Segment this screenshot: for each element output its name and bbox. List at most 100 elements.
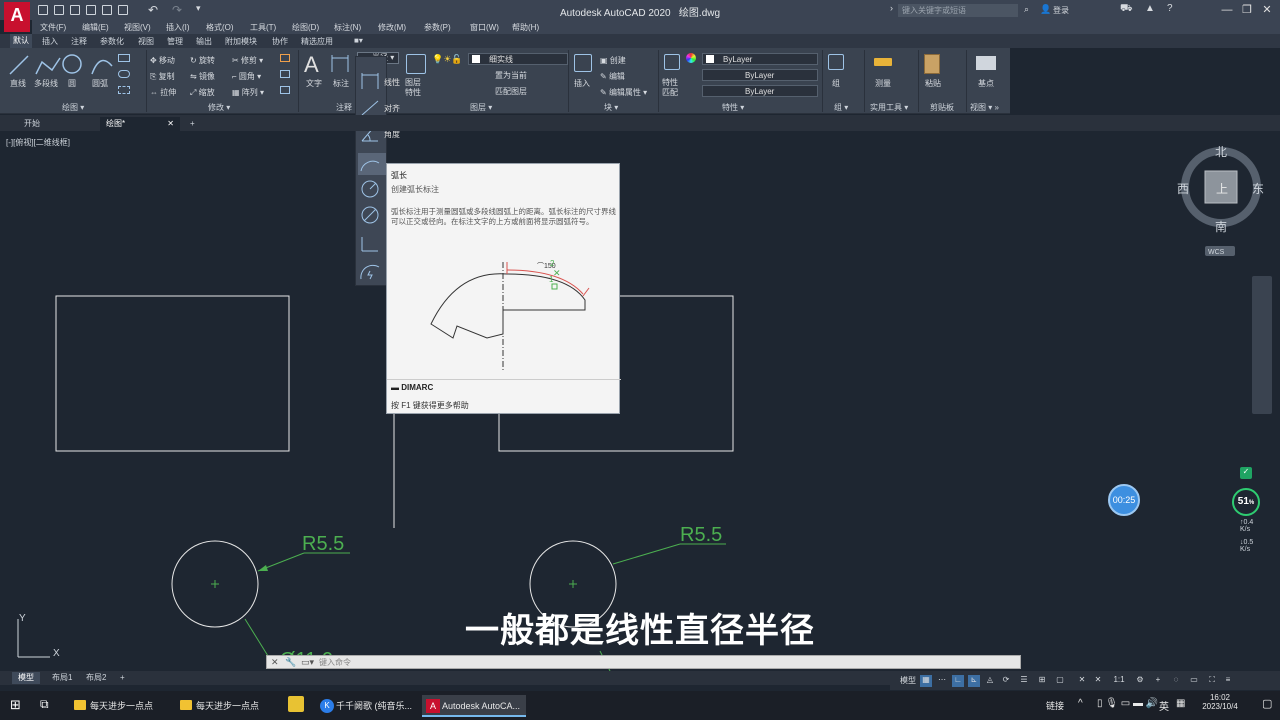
move-button[interactable]: ✥ 移动 (150, 55, 175, 66)
link-toolbar[interactable]: 链接 (1046, 699, 1064, 712)
insert-block-icon[interactable] (574, 54, 592, 72)
text-icon[interactable]: A (304, 52, 319, 78)
lineweight-button[interactable]: ☰ (1018, 675, 1030, 687)
snap-button[interactable]: ⋯ (936, 675, 948, 687)
ellipse-icon[interactable] (118, 70, 130, 78)
otrack-button[interactable]: ⟳ (1000, 675, 1012, 687)
set-current-layer-button[interactable]: 置为当前 (495, 70, 527, 81)
open-file-icon[interactable] (54, 5, 64, 15)
print-icon[interactable] (118, 5, 128, 15)
minimize-button[interactable]: — (1220, 3, 1234, 17)
tab-insert[interactable]: 插入 (42, 36, 58, 47)
trim-button[interactable]: ✂ 修剪 ▾ (232, 55, 263, 66)
compass-west[interactable]: 西 (1177, 182, 1189, 196)
command-line[interactable]: ✕ 🔧 ▭▾ 键入命令 (266, 655, 1021, 669)
clean-screen-button[interactable]: ⛶ (1206, 675, 1218, 687)
view-panel-title[interactable]: 视图 ▾ » (970, 102, 999, 113)
recent-cmd-icon[interactable]: ▭▾ (301, 657, 314, 668)
menu-parametric[interactable]: 参数(P) (424, 22, 451, 33)
menu-edit[interactable]: 编辑(E) (82, 22, 109, 33)
menu-file[interactable]: 文件(F) (40, 22, 66, 33)
tab-layout1[interactable]: 布局1 (46, 672, 78, 684)
ribbon-toggle-icon[interactable]: ■▾ (354, 36, 363, 45)
menu-draw[interactable]: 绘图(D) (292, 22, 319, 33)
lineweight-combo[interactable]: ByLayer (702, 85, 818, 97)
taskbar-folder-1[interactable]: 每天进步一点点 (70, 695, 170, 717)
tab-model[interactable]: 模型 (12, 672, 40, 684)
polyline-button[interactable]: 多段线 (34, 78, 58, 89)
dim-linear-option[interactable]: 线性 (358, 71, 400, 93)
navigation-bar[interactable] (1252, 276, 1272, 414)
command-input[interactable]: 键入命令 (319, 657, 351, 668)
save-icon[interactable] (70, 5, 80, 15)
tab-addins[interactable]: 附加模块 (225, 36, 257, 47)
transparency-button[interactable]: ⊞ (1036, 675, 1048, 687)
mirror-button[interactable]: ⇋ 镜像 (190, 71, 215, 82)
close-button[interactable]: ✕ (1260, 3, 1274, 17)
layer-properties-icon[interactable] (406, 54, 426, 74)
groups-panel-title[interactable]: 组 ▾ (834, 102, 848, 113)
menu-tools[interactable]: 工具(T) (250, 22, 276, 33)
app-store-icon[interactable]: ⛟ (1120, 3, 1133, 16)
menu-modify[interactable]: 修改(M) (378, 22, 406, 33)
drawing-canvas[interactable]: R5.5 R5.5 Ø11.0 Y X 上 北 南 东 西 WCS (0, 131, 1280, 671)
search-icon[interactable]: ⌕ (1024, 4, 1029, 15)
dimension-icon[interactable] (330, 54, 350, 74)
ortho-button[interactable]: ∟ (952, 675, 964, 687)
group-icon[interactable] (828, 54, 844, 70)
polar-button[interactable]: ⊾ (968, 675, 980, 687)
group-button[interactable]: 组 (832, 78, 840, 89)
menu-format[interactable]: 格式(O) (206, 22, 234, 33)
layers-panel-title[interactable]: 图层 ▾ (470, 102, 492, 113)
undo-icon[interactable]: ↶ (148, 3, 158, 17)
workspace-button[interactable]: ⚙ (1134, 675, 1146, 687)
linetype-combo[interactable]: ByLayer (702, 69, 818, 81)
layer-properties-button[interactable]: 图层特性 (405, 78, 427, 98)
notification-icon[interactable]: ▢ (1262, 697, 1272, 710)
tab-layout2[interactable]: 布局2 (80, 672, 112, 684)
grid-button[interactable]: ▦ (920, 675, 932, 687)
plus-button[interactable]: + (1152, 675, 1164, 687)
taskbar-folder-2[interactable]: 每天进步一点点 (176, 695, 276, 717)
clock[interactable]: 16:02 2023/10/4 (1200, 693, 1240, 711)
autocad-logo[interactable]: A (4, 2, 30, 32)
taskbar-autocad[interactable]: A Autodesk AutoCA... (422, 695, 526, 717)
new-file-icon[interactable] (38, 5, 48, 15)
qat-dropdown-icon[interactable]: ▾ (196, 3, 201, 14)
compass-north[interactable]: 北 (1215, 145, 1227, 159)
create-block-button[interactable]: ▣ 创建 (600, 55, 626, 66)
modify-panel-title[interactable]: 修改 ▾ (208, 102, 230, 113)
tab-output[interactable]: 输出 (196, 36, 212, 47)
fillet-button[interactable]: ⌐ 圆角 ▾ (232, 71, 261, 82)
erase-icon[interactable] (280, 54, 290, 62)
menu-dimension[interactable]: 标注(N) (334, 22, 361, 33)
text-button[interactable]: 文字 (306, 78, 322, 89)
offset-icon[interactable] (280, 86, 290, 94)
color-combo[interactable]: ByLayer (702, 53, 818, 65)
close-tab-icon[interactable]: ✕ (167, 117, 174, 131)
menu-insert[interactable]: 插入(I) (166, 22, 190, 33)
store-icon[interactable] (288, 696, 304, 712)
match-properties-icon[interactable] (664, 54, 680, 70)
circle-button[interactable]: 圆 (68, 78, 76, 89)
menu-help[interactable]: 帮助(H) (512, 22, 539, 33)
tab-featured-apps[interactable]: 精选应用 (301, 36, 333, 47)
ime-indicator[interactable]: 英 (1159, 698, 1169, 713)
restore-button[interactable]: ❐ (1240, 3, 1254, 17)
hardware-accel-button[interactable]: ▭ (1188, 675, 1200, 687)
model-space-button[interactable]: 模型 (898, 675, 918, 687)
annotation-scale-button[interactable]: ✕ (1076, 675, 1088, 687)
utilities-panel-title[interactable]: 实用工具 ▾ (870, 102, 908, 113)
measure-button[interactable]: 测量 (875, 78, 891, 89)
tray-app-icons[interactable]: ▯ 🎙 ▭ ▬ 🔊 (1097, 698, 1158, 709)
annotation-panel-title[interactable]: 注释 (336, 102, 352, 113)
add-layout-button[interactable]: + (114, 672, 131, 684)
new-tab-button[interactable]: + (184, 117, 201, 131)
user-icon[interactable]: 👤 (1040, 4, 1051, 15)
menu-view[interactable]: 视图(V) (124, 22, 151, 33)
login-button[interactable]: 登录 (1053, 5, 1069, 16)
menu-window[interactable]: 窗口(W) (470, 22, 499, 33)
match-properties-button[interactable]: 特性匹配 (662, 78, 684, 98)
paste-icon[interactable] (924, 54, 940, 74)
ime-mode-icon[interactable]: ▦ (1176, 698, 1185, 709)
